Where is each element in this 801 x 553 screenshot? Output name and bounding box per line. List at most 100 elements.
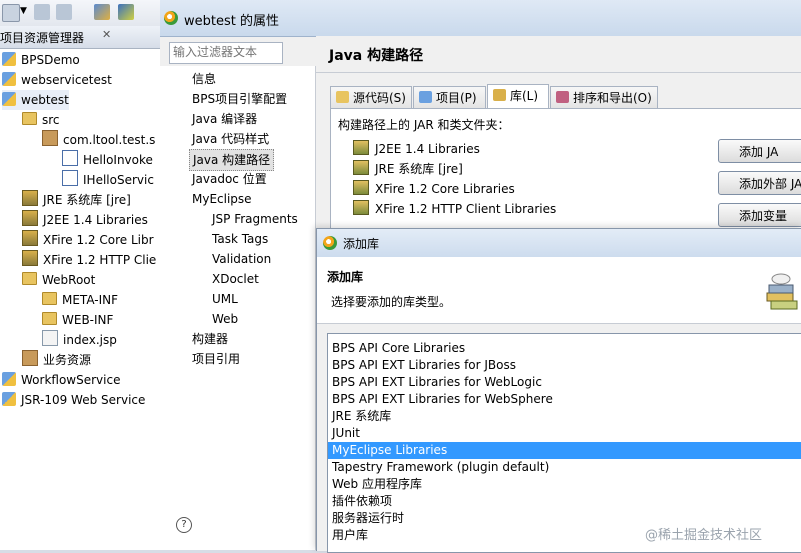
tree-item[interactable]: XFire 1.2 Core Libr: [22, 230, 154, 250]
add-external-jar-button[interactable]: 添加外部 JA: [718, 171, 801, 195]
tree-item[interactable]: WebRoot: [22, 270, 95, 290]
tree-item-label: XFire 1.2 Core Libr: [43, 233, 154, 247]
add-library-title: 添加库: [343, 237, 380, 251]
myeclipse-logo-icon: [323, 236, 337, 250]
new-icon[interactable]: [2, 4, 20, 22]
run-icon[interactable]: [94, 4, 110, 20]
tree-item[interactable]: JRE 系统库 [jre]: [22, 190, 131, 210]
jar-list-item[interactable]: J2EE 1.4 Libraries: [353, 139, 480, 159]
tab-label: 项目(P): [436, 91, 477, 105]
tree-item[interactable]: HelloInvoke: [62, 150, 153, 170]
jar-list-item[interactable]: XFire 1.2 HTTP Client Libraries: [353, 199, 556, 219]
jar-list-item[interactable]: JRE 系统库 [jre]: [353, 159, 463, 179]
project-icon: [2, 72, 16, 86]
tree-item[interactable]: BPSDemo: [2, 50, 80, 70]
page-header: Java 构建路径: [316, 36, 801, 73]
library-type-item[interactable]: 插件依赖项: [328, 493, 801, 510]
project-icon: [2, 92, 16, 106]
tree-item[interactable]: index.jsp: [42, 330, 117, 350]
add-library-titlebar: 添加库: [317, 229, 801, 258]
tab[interactable]: 源代码(S): [330, 86, 412, 108]
tree-item-label: 业务资源: [43, 353, 92, 367]
jar-list-item[interactable]: XFire 1.2 Core Libraries: [353, 179, 515, 199]
jar-list-label: J2EE 1.4 Libraries: [375, 142, 480, 156]
debug-icon[interactable]: [118, 4, 134, 20]
library-type-item[interactable]: MyEclipse Libraries: [328, 442, 801, 459]
help-icon[interactable]: ?: [176, 517, 192, 533]
tree-item[interactable]: JSR-109 Web Service: [2, 390, 145, 410]
tree-item[interactable]: 业务资源: [22, 350, 91, 370]
library-type-item[interactable]: BPS API EXT Libraries for WebSphere: [328, 391, 801, 408]
tree-item[interactable]: webtest: [2, 90, 69, 110]
nav-item[interactable]: Java 编译器: [189, 109, 260, 129]
nav-item[interactable]: Task Tags: [209, 229, 271, 249]
folder-icon: [22, 272, 37, 285]
jar-list-label: XFire 1.2 HTTP Client Libraries: [375, 202, 557, 216]
resource-icon: [22, 350, 38, 366]
tree-item[interactable]: IHelloServic: [62, 170, 154, 190]
tree-item-label: index.jsp: [63, 333, 117, 347]
save-icon[interactable]: [34, 4, 50, 20]
library-icon: [353, 180, 369, 195]
jar-list-label: 构建路径上的 JAR 和类文件夹：: [338, 118, 510, 132]
tree-item-label: J2EE 1.4 Libraries: [43, 213, 148, 227]
nav-item[interactable]: Validation: [209, 249, 274, 269]
nav-item[interactable]: Javadoc 位置: [189, 169, 270, 189]
myeclipse-logo-icon: [164, 11, 178, 25]
nav-item[interactable]: 构建器: [189, 329, 231, 349]
nav-item[interactable]: Java 代码样式: [189, 129, 272, 149]
page-title: Java 构建路径: [329, 48, 424, 64]
tab-label: 库(L): [510, 89, 539, 103]
nav-item[interactable]: BPS项目引擎配置: [189, 89, 290, 109]
tree-item[interactable]: com.ltool.test.s: [42, 130, 155, 150]
nav-item[interactable]: UML: [209, 289, 241, 309]
library-type-item[interactable]: BPS API EXT Libraries for JBoss: [328, 357, 801, 374]
library-type-item[interactable]: BPS API EXT Libraries for WebLogic: [328, 374, 801, 391]
tab-label: 源代码(S): [353, 91, 406, 105]
nav-item[interactable]: 项目引用: [189, 349, 243, 369]
tree-item[interactable]: WorkflowService: [2, 370, 120, 390]
tab-label: 排序和导出(O): [573, 91, 652, 105]
tree-item[interactable]: J2EE 1.4 Libraries: [22, 210, 148, 230]
nav-item[interactable]: XDoclet: [209, 269, 262, 289]
tree-item[interactable]: webservicetest: [2, 70, 112, 90]
tree-item[interactable]: XFire 1.2 HTTP Clie: [22, 250, 156, 270]
library-type-item[interactable]: JRE 系统库: [328, 408, 801, 425]
add-variable-button[interactable]: 添加变量: [718, 203, 801, 227]
library-type-item[interactable]: JUnit: [328, 425, 801, 442]
tab[interactable]: 排序和导出(O): [550, 86, 658, 108]
nav-item[interactable]: 信息: [189, 69, 219, 89]
tree-item-label: JRE 系统库 [jre]: [43, 193, 131, 207]
tree-item[interactable]: WEB-INF: [42, 310, 113, 330]
filter-field[interactable]: [169, 42, 283, 64]
tree-item-label: META-INF: [62, 293, 119, 307]
tab[interactable]: 项目(P): [413, 86, 486, 108]
library-type-item[interactable]: BPS API Core Libraries: [328, 340, 801, 357]
order-export-tab-icon: [556, 91, 569, 103]
project-explorer: 项目资源管理器 ✕ BPSDemo webservicetest webtest sr…: [0, 26, 161, 550]
library-type-list[interactable]: BPS API Core Libraries BPS API EXT Librar…: [327, 333, 801, 553]
close-icon[interactable]: ✕: [102, 28, 111, 41]
tree-item-label: WebRoot: [42, 273, 96, 287]
tab[interactable]: 库(L): [487, 84, 549, 108]
library-tab-icon: [493, 89, 506, 101]
project-tab-icon: [419, 91, 432, 103]
tree-item[interactable]: src: [22, 110, 60, 130]
tree-item-label: BPSDemo: [21, 53, 80, 67]
add-jar-button[interactable]: 添加 JA: [718, 139, 801, 163]
explorer-tab[interactable]: 项目资源管理器 ✕: [0, 26, 160, 49]
library-icon: [353, 140, 369, 155]
library-type-item[interactable]: Web 应用程序库: [328, 476, 801, 493]
project-icon: [2, 52, 16, 66]
dropdown-arrow-icon[interactable]: ▼: [20, 6, 27, 16]
tree-item-label: WorkflowService: [21, 373, 121, 387]
nav-item[interactable]: JSP Fragments: [209, 209, 301, 229]
library-type-item[interactable]: Tapestry Framework (plugin default): [328, 459, 801, 476]
nav-item[interactable]: Java 构建路径: [189, 149, 275, 171]
filter-input[interactable]: [170, 43, 282, 61]
library-icon: [22, 190, 38, 206]
save-all-icon[interactable]: [56, 4, 72, 20]
nav-item[interactable]: Web: [209, 309, 241, 329]
tree-item[interactable]: META-INF: [42, 290, 118, 310]
nav-item[interactable]: MyEclipse: [189, 189, 255, 209]
